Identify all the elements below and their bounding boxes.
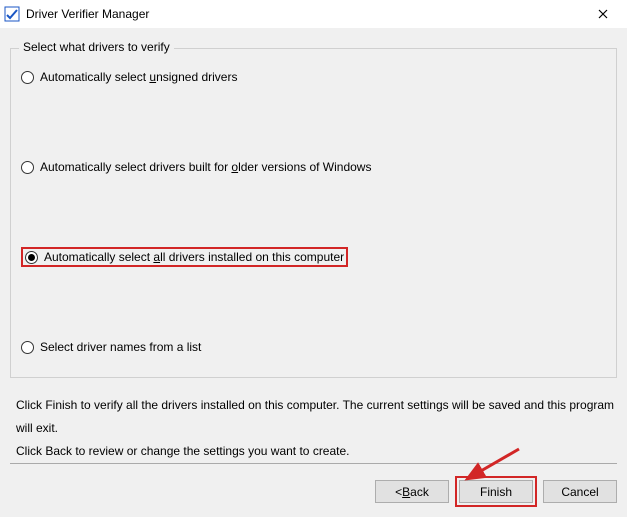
instruction-line1: Click Finish to verify all the drivers i…	[16, 394, 617, 440]
radio-row-unsigned[interactable]: Automatically select unsigned drivers	[21, 67, 606, 87]
finish-button[interactable]: Finish	[459, 480, 533, 503]
instruction-text: Click Finish to verify all the drivers i…	[10, 394, 617, 462]
instruction-line2: Click Back to review or change the setti…	[16, 440, 617, 463]
footer: < Back Finish Cancel	[10, 463, 617, 507]
radio-list[interactable]	[21, 341, 34, 354]
client-area: Select what drivers to verify Automatica…	[0, 28, 627, 517]
close-button[interactable]	[583, 0, 623, 28]
radio-label-unsigned: Automatically select unsigned drivers	[40, 70, 237, 84]
title-bar: Driver Verifier Manager	[0, 0, 627, 28]
driver-select-group: Select what drivers to verify Automatica…	[10, 48, 617, 378]
radio-all[interactable]	[25, 251, 38, 264]
radio-label-all: Automatically select all drivers install…	[44, 250, 344, 264]
back-button[interactable]: < Back	[375, 480, 449, 503]
radio-row-all[interactable]: Automatically select all drivers install…	[21, 247, 606, 267]
radio-label-list: Select driver names from a list	[40, 340, 201, 354]
radio-label-older: Automatically select drivers built for o…	[40, 160, 371, 174]
radio-row-older[interactable]: Automatically select drivers built for o…	[21, 157, 606, 177]
radio-row-list[interactable]: Select driver names from a list	[21, 337, 606, 357]
highlight-selected-option: Automatically select all drivers install…	[21, 247, 348, 267]
app-icon	[4, 6, 20, 22]
group-legend: Select what drivers to verify	[19, 40, 174, 54]
footer-separator	[10, 463, 617, 464]
footer-buttons: < Back Finish Cancel	[10, 476, 617, 507]
radio-unsigned[interactable]	[21, 71, 34, 84]
highlight-finish: Finish	[455, 476, 537, 507]
cancel-button[interactable]: Cancel	[543, 480, 617, 503]
window-title: Driver Verifier Manager	[26, 7, 583, 21]
radio-older[interactable]	[21, 161, 34, 174]
close-icon	[598, 9, 608, 19]
